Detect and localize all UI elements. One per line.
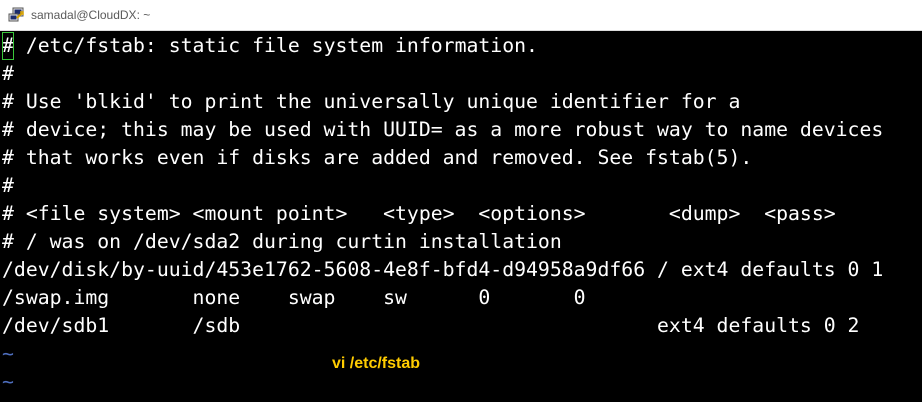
terminal-line: # <box>2 62 14 85</box>
fstab-entry-root: /dev/disk/by-uuid/453e1762-5608-4e8f-bfd… <box>2 258 884 281</box>
terminal-window: samadal@CloudDX: ~ # /etc/fstab: static … <box>0 0 922 402</box>
putty-icon <box>8 7 24 22</box>
terminal-line: # that works even if disks are added and… <box>2 146 753 169</box>
fstab-entry-sdb: /dev/sdb1 /sdb ext4 defaults 0 2 <box>2 314 860 337</box>
terminal-screen[interactable]: # /etc/fstab: static file system informa… <box>0 32 922 402</box>
command-annotation: vi /etc/fstab <box>332 355 421 372</box>
line-text: /etc/fstab: static file system informati… <box>13 34 538 57</box>
title-bar[interactable]: samadal@CloudDX: ~ <box>0 0 922 31</box>
terminal-line: # / was on /dev/sda2 during curtin insta… <box>2 230 562 253</box>
window-title: samadal@CloudDX: ~ <box>31 8 151 22</box>
fstab-entry-swap: /swap.img none swap sw 0 0 <box>2 286 586 309</box>
terminal-line: # /etc/fstab: static file system informa… <box>2 32 538 60</box>
empty-line-tilde: ~ <box>2 370 14 393</box>
text-cursor: # <box>2 32 14 60</box>
terminal-line: # <file system> <mount point> <type> <op… <box>2 202 836 225</box>
terminal-line: # <box>2 174 14 197</box>
terminal-line: # device; this may be used with UUID= as… <box>2 118 884 141</box>
empty-line-tilde: ~ <box>2 342 14 365</box>
terminal-line: # Use 'blkid' to print the universally u… <box>2 90 741 113</box>
